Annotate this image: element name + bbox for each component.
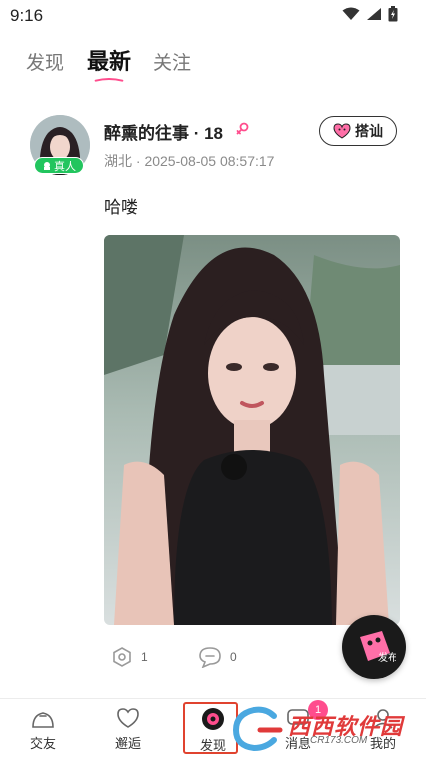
nav-item-make-friends[interactable]: 交友	[8, 707, 78, 752]
post-meta: 湖北 · 2025-08-05 08:57:17	[104, 153, 275, 169]
watermark: 西西软件园 CR173.COM	[228, 706, 408, 752]
nav-item-encounter[interactable]: 邂逅	[93, 707, 163, 752]
status-icons	[342, 6, 398, 22]
publish-label: 发布	[378, 651, 396, 664]
post-photo[interactable]	[104, 235, 400, 625]
nav-label-make-friends: 交友	[29, 736, 56, 751]
watermark-sub: CR173.COM	[310, 735, 368, 746]
post-photo-image	[104, 235, 400, 625]
tab-following[interactable]: 关注	[153, 48, 191, 75]
tab-active-indicator	[94, 78, 124, 82]
greet-button[interactable]: 搭讪	[319, 116, 397, 146]
nav-label-encounter: 邂逅	[114, 736, 141, 751]
comment-count: 0	[230, 650, 237, 664]
tab-latest[interactable]: 最新	[87, 44, 132, 82]
make-friends-icon	[32, 712, 54, 728]
post-card: 真人 醉熏的往事 · 18 湖北 · 2025-08-05 08:57:17 搭…	[0, 100, 426, 698]
verified-label: 真人	[54, 160, 76, 173]
verified-badge: 真人	[34, 157, 84, 174]
comment-icon	[199, 647, 221, 668]
status-time: 9:16	[10, 6, 44, 25]
publish-icon: 发布	[360, 631, 396, 664]
post-text: 哈喽	[104, 198, 138, 217]
status-bar: 9:16	[0, 0, 426, 32]
wifi-icon	[342, 7, 360, 20]
post-username[interactable]: 醉熏的往事 · 18	[104, 119, 223, 144]
top-tab-bar: 发现 最新 关注	[0, 32, 426, 100]
verified-icon	[44, 161, 50, 170]
tab-latest-label: 最新	[87, 49, 132, 74]
watermark-logo	[232, 706, 283, 752]
like-count: 1	[141, 650, 148, 664]
comment-action[interactable]: 0	[198, 646, 237, 668]
publish-button[interactable]: 发布	[342, 615, 406, 679]
tab-discover[interactable]: 发现	[26, 48, 64, 75]
greet-label: 搭讪	[355, 123, 383, 139]
greet-heart-icon	[333, 123, 351, 139]
signal-icon	[367, 8, 381, 20]
encounter-icon	[117, 708, 139, 728]
battery-icon	[388, 6, 398, 22]
female-icon	[236, 122, 249, 135]
like-action[interactable]: 1	[111, 646, 148, 668]
like-icon	[113, 647, 131, 667]
